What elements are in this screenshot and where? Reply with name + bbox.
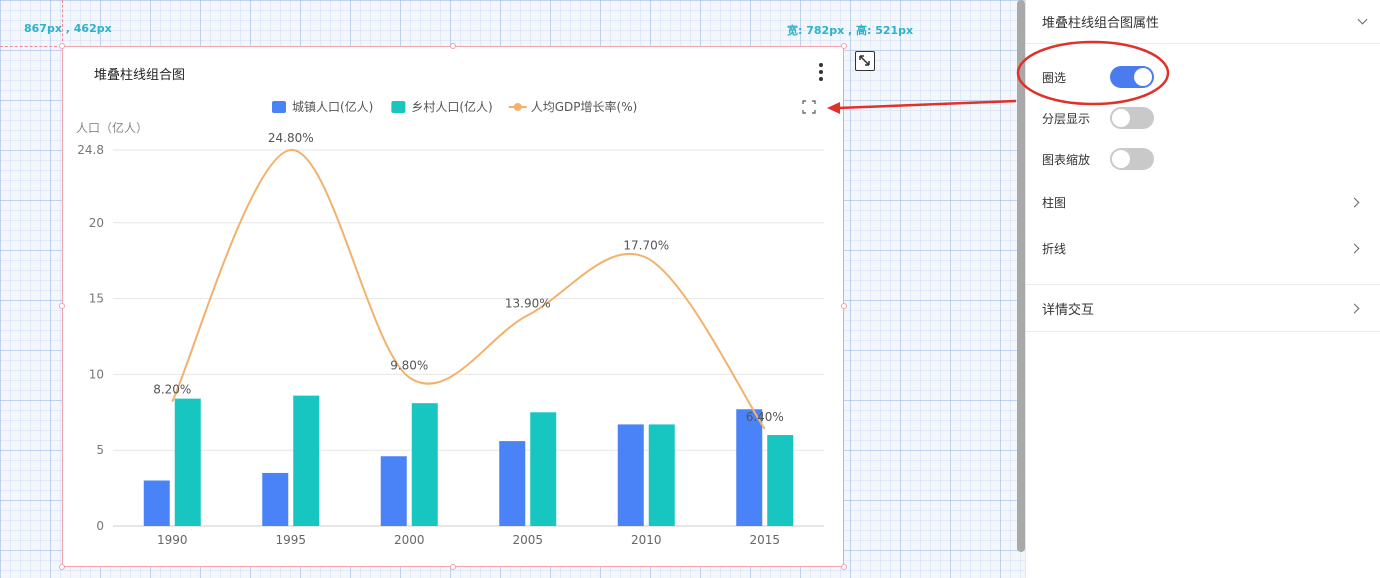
- chevron-right-icon: [1349, 197, 1360, 207]
- x-tick-label: 2010: [631, 533, 662, 547]
- nav-item-detail[interactable]: 详情交互: [1026, 286, 1380, 330]
- bar-urban: [617, 424, 644, 526]
- bar-urban: [736, 409, 763, 526]
- toggle-label-layer: 分层显示: [1042, 112, 1091, 126]
- y-tick-label: 20: [89, 216, 104, 230]
- x-tick-label: 2005: [512, 533, 543, 547]
- scrollbar[interactable]: [1017, 0, 1025, 552]
- chevron-right-icon: [1349, 303, 1360, 313]
- nav-item-line[interactable]: 折线: [1026, 226, 1380, 270]
- data-label: 24.80%: [268, 131, 314, 145]
- nav-label-line: 折线: [1042, 241, 1067, 256]
- x-tick-label: 2015: [749, 533, 780, 547]
- toggle-label-zoom: 图表缩放: [1042, 153, 1091, 167]
- bar-urban: [143, 480, 170, 526]
- data-label: 17.70%: [623, 239, 669, 253]
- legend-label: 人均GDP增长率(%): [531, 99, 638, 114]
- y-tick-label: 15: [89, 292, 104, 306]
- toggle-lasso[interactable]: [1110, 66, 1154, 88]
- legend-swatch: [513, 103, 522, 111]
- legend-swatch: [391, 101, 406, 113]
- nav-label-detail: 详情交互: [1042, 302, 1095, 318]
- chevron-right-icon: [1349, 243, 1360, 253]
- y-axis-label: 人口（亿人）: [76, 120, 148, 135]
- x-tick-label: 2000: [394, 533, 425, 547]
- y-tick-label: 0: [96, 519, 104, 533]
- y-tick-label: 10: [89, 367, 104, 381]
- bar-rural: [174, 398, 201, 526]
- bar-rural: [293, 395, 320, 526]
- bar-rural: [530, 412, 557, 526]
- data-label: 6.40%: [746, 410, 784, 424]
- x-tick-label: 1995: [275, 533, 306, 547]
- toggle-layer-display[interactable]: [1110, 107, 1154, 129]
- gdp-growth-line: [171, 148, 766, 430]
- lasso-icon: [802, 100, 816, 114]
- divider: [1026, 284, 1380, 285]
- bar-rural: [648, 424, 675, 526]
- bar-urban: [262, 472, 289, 526]
- toggle-chart-zoom[interactable]: [1110, 148, 1154, 170]
- legend-swatch: [272, 101, 286, 113]
- x-tick-label: 1990: [157, 533, 188, 547]
- divider: [1026, 331, 1380, 332]
- y-tick-label: 24.8: [77, 143, 104, 157]
- chevron-down-icon: [1357, 14, 1368, 25]
- legend-label: 城镇人口(亿人): [292, 99, 373, 114]
- bar-rural: [411, 403, 438, 526]
- panel-header[interactable]: 堆叠柱线组合图属性: [1026, 0, 1380, 44]
- data-label: 13.90%: [505, 296, 551, 310]
- bar-rural: [767, 435, 794, 526]
- panel-title: 堆叠柱线组合图属性: [1042, 16, 1160, 31]
- bar-urban: [380, 456, 407, 526]
- combo-chart: 人口（亿人） 0 5 10 15 20 24.8 1990 1995 2000 2005 2010 20…: [76, 99, 824, 547]
- legend-label: 乡村人口(亿人): [411, 99, 492, 114]
- toggle-label-lasso: 圈选: [1042, 71, 1067, 85]
- bar-urban: [499, 441, 526, 526]
- y-tick-label: 5: [96, 443, 104, 457]
- data-label: 9.80%: [390, 358, 428, 372]
- nav-item-bar[interactable]: 柱图: [1026, 180, 1380, 224]
- data-label: 8.20%: [153, 383, 191, 397]
- nav-label-bar: 柱图: [1042, 195, 1067, 210]
- properties-panel: 堆叠柱线组合图属性 圈选 分层显示 图表缩放 柱图 折线 详情交互: [1025, 0, 1380, 578]
